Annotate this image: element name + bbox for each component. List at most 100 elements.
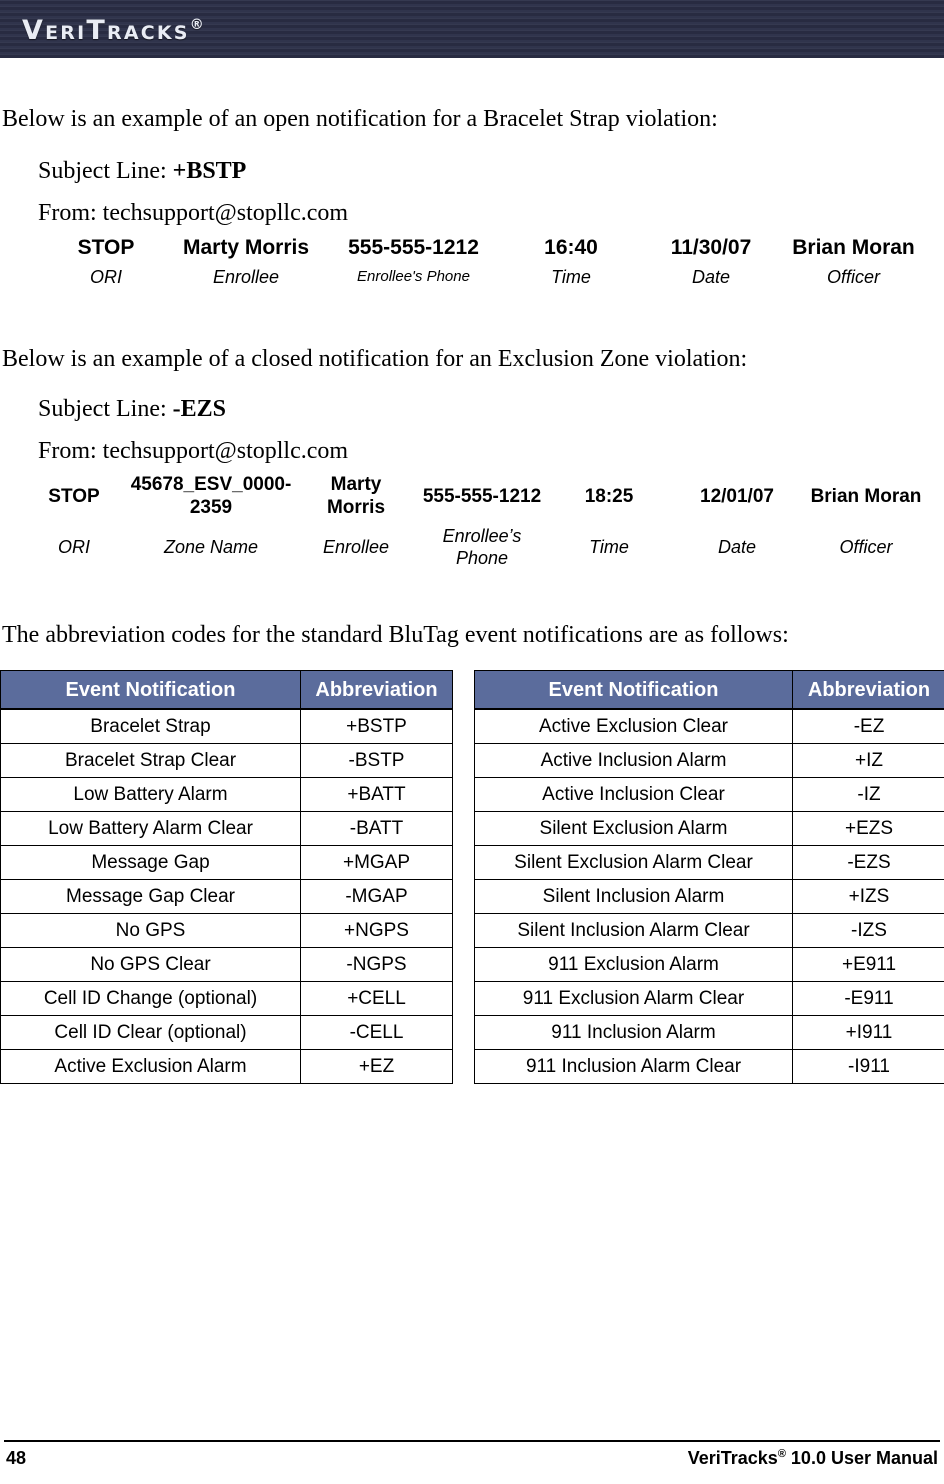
table-row: ORI Enrollee Enrollee's Phone Time Date … — [46, 261, 926, 289]
closed-subject-value: -EZS — [172, 396, 226, 422]
cell-time-value: 18:25 — [584, 485, 634, 507]
abbreviation-tables-container: Event Notification Abbreviation Bracelet… — [0, 670, 944, 1084]
cell-abbreviation: +MGAP — [300, 845, 453, 880]
closed-notification-example-table: STOP 45678_ESV_0000-2359 Marty Morris 55… — [22, 472, 928, 570]
abbreviation-table-right: Event Notification Abbreviation Active E… — [474, 670, 944, 1084]
cell-date-label: Date — [717, 537, 757, 557]
footer-manual-title: VeriTracks® 10.0 User Manual — [688, 1448, 938, 1469]
cell-event-notification: Cell ID Clear (optional) — [0, 1015, 301, 1050]
footer-page-number: 48 — [6, 1448, 27, 1468]
cell-event-notification: Active Inclusion Alarm — [474, 743, 793, 778]
cell-phone-value: 555-555-1212 — [348, 236, 479, 259]
cell-event-notification: Active Exclusion Clear — [474, 708, 793, 744]
cell-officer-value: Brian Moran — [810, 485, 922, 507]
closed-subject-label: Subject Line: — [38, 396, 173, 422]
cell-abbreviation: -CELL — [300, 1015, 453, 1050]
cell-phone-value: 555-555-1212 — [422, 485, 542, 507]
closed-subject-line: Subject Line: -EZS — [38, 394, 226, 424]
table-row: STOP 45678_ESV_0000-2359 Marty Morris 55… — [22, 472, 928, 520]
cell-abbreviation: -EZ — [792, 708, 944, 744]
cell-ori-label: ORI — [57, 537, 90, 557]
cell-abbreviation: +EZS — [792, 811, 944, 846]
cell-abbreviation: +IZ — [792, 743, 944, 778]
cell-ori-label: ORI — [89, 267, 122, 287]
table-row: Message Gap Clear -MGAP — [0, 879, 453, 914]
table-header-row: Event Notification Abbreviation — [474, 670, 944, 710]
table-row: Cell ID Clear (optional) -CELL — [0, 1015, 453, 1050]
cell-abbreviation: +IZS — [792, 879, 944, 914]
footer-divider — [4, 1440, 940, 1442]
table-row: No GPS Clear -NGPS — [0, 947, 453, 982]
table-row: Active Inclusion Alarm +IZ — [474, 743, 944, 778]
cell-abbreviation: -EZS — [792, 845, 944, 880]
cell-abbreviation: -IZ — [792, 777, 944, 812]
cell-event-notification: 911 Inclusion Alarm — [474, 1015, 793, 1050]
open-subject-label: Subject Line: — [38, 158, 173, 184]
cell-phone-label: Enrollee’s Phone — [442, 526, 522, 568]
cell-abbreviation: +CELL — [300, 981, 453, 1016]
cell-event-notification: Low Battery Alarm Clear — [0, 811, 301, 846]
cell-abbreviation: -IZS — [792, 913, 944, 948]
cell-event-notification: Silent Exclusion Alarm — [474, 811, 793, 846]
cell-event-notification: 911 Exclusion Alarm — [474, 947, 793, 982]
cell-event-notification: Low Battery Alarm — [0, 777, 301, 812]
cell-abbreviation: -I911 — [792, 1049, 944, 1084]
column-header-abbreviation: Abbreviation — [300, 670, 453, 710]
table-row: Bracelet Strap +BSTP — [0, 708, 453, 744]
cell-date-value: 11/30/07 — [670, 236, 752, 259]
veritracks-logo: VeriTracks® — [22, 8, 204, 48]
cell-event-notification: Bracelet Strap Clear — [0, 743, 301, 778]
table-row: Cell ID Change (optional) +CELL — [0, 981, 453, 1016]
table-row: Active Exclusion Clear -EZ — [474, 708, 944, 744]
cell-officer-value: Brian Moran — [792, 236, 915, 259]
table-row: Active Inclusion Clear -IZ — [474, 777, 944, 812]
cell-event-notification: 911 Exclusion Alarm Clear — [474, 981, 793, 1016]
table-row: STOP Marty Morris 555-555-1212 16:40 11/… — [46, 234, 926, 261]
veritracks-logo-text: VeriTracks — [22, 15, 190, 46]
cell-abbreviation: -BATT — [300, 811, 453, 846]
cell-event-notification: Message Gap — [0, 845, 301, 880]
table-row: Low Battery Alarm Clear -BATT — [0, 811, 453, 846]
cell-phone-label: Enrollee's Phone — [357, 268, 470, 285]
cell-time-value: 16:40 — [544, 236, 598, 259]
table-row: Silent Exclusion Alarm Clear -EZS — [474, 845, 944, 880]
cell-event-notification: No GPS — [0, 913, 301, 948]
table-row: Silent Inclusion Alarm Clear -IZS — [474, 913, 944, 948]
cell-officer-label: Officer — [839, 537, 893, 557]
table-row: Bracelet Strap Clear -BSTP — [0, 743, 453, 778]
table-row: 911 Exclusion Alarm +E911 — [474, 947, 944, 982]
table-row: 911 Inclusion Alarm Clear -I911 — [474, 1049, 944, 1084]
footer-manual-version: 10.0 User Manual — [785, 1448, 938, 1468]
table-row: No GPS +NGPS — [0, 913, 453, 948]
cell-zone-value: 45678_ESV_0000-2359 — [130, 474, 292, 518]
column-header-abbreviation: Abbreviation — [792, 670, 944, 710]
cell-date-label: Date — [691, 267, 731, 287]
table-row: 911 Inclusion Alarm +I911 — [474, 1015, 944, 1050]
cell-abbreviation: +NGPS — [300, 913, 453, 948]
cell-enrollee-label: Enrollee — [212, 267, 280, 287]
intro-abbreviation-codes-text: The abbreviation codes for the standard … — [2, 622, 789, 648]
open-subject-line: Subject Line: +BSTP — [38, 156, 246, 186]
cell-event-notification: Silent Inclusion Alarm — [474, 879, 793, 914]
cell-event-notification: Bracelet Strap — [0, 708, 301, 744]
table-header-row: Event Notification Abbreviation — [0, 670, 453, 710]
cell-time-label: Time — [589, 537, 629, 557]
cell-abbreviation: +E911 — [792, 947, 944, 982]
column-header-event-notification: Event Notification — [0, 670, 301, 710]
cell-event-notification: Active Exclusion Alarm — [0, 1049, 301, 1084]
cell-zone-label: Zone Name — [163, 537, 259, 557]
cell-enrollee-label: Enrollee — [322, 537, 390, 557]
table-row: Low Battery Alarm +BATT — [0, 777, 453, 812]
cell-time-label: Time — [551, 267, 591, 287]
cell-ori-value: STOP — [48, 485, 100, 507]
cell-event-notification: No GPS Clear — [0, 947, 301, 982]
cell-event-notification: Silent Exclusion Alarm Clear — [474, 845, 793, 880]
cell-abbreviation: +BSTP — [300, 708, 453, 744]
cell-event-notification: Silent Inclusion Alarm Clear — [474, 913, 793, 948]
registered-trademark-icon: ® — [189, 17, 204, 33]
column-header-event-notification: Event Notification — [474, 670, 793, 710]
intro-open-notification-text: Below is an example of an open notificat… — [2, 106, 718, 132]
cell-event-notification: 911 Inclusion Alarm Clear — [474, 1049, 793, 1084]
cell-enrollee-value: Marty Morris — [182, 236, 310, 259]
page-header-banner: VeriTracks® — [0, 0, 944, 58]
